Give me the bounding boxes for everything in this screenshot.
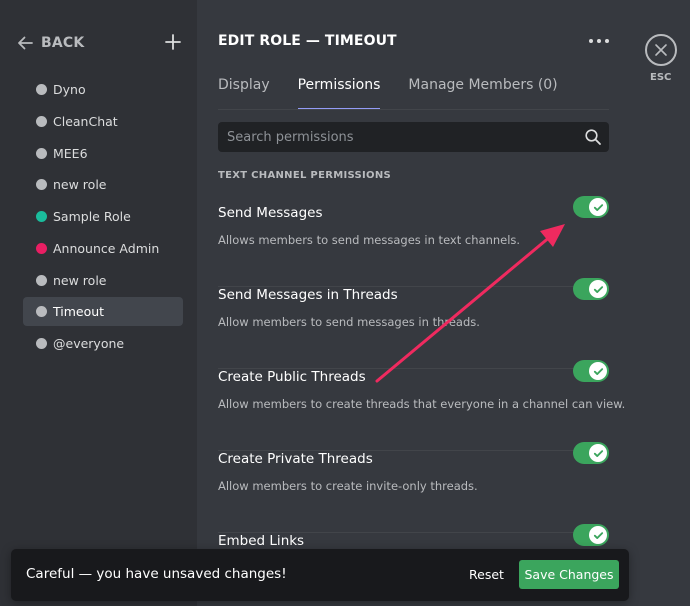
- permission-title: Send Messages: [218, 205, 323, 221]
- permission-description: Allow members to send messages in thread…: [218, 315, 480, 329]
- permission-description: Allow members to create invite-only thre…: [218, 479, 478, 493]
- permission-create-public-threads: Create Public Threads Allow members to c…: [218, 360, 625, 451]
- role-color-dot: [36, 306, 47, 318]
- page-title: EDIT ROLE — TIMEOUT: [218, 33, 397, 49]
- create-role-button[interactable]: [164, 33, 182, 51]
- role-name: Sample Role: [53, 209, 131, 224]
- permission-send-messages: Send Messages Allows members to send mes…: [218, 196, 609, 287]
- toggle-knob: [589, 198, 607, 216]
- ellipsis-icon: [597, 39, 601, 43]
- role-list: Dyno CleanChat MEE6 new role Sample Role…: [23, 75, 183, 361]
- role-name: MEE6: [53, 145, 88, 161]
- tab-bar: Display Permissions Manage Members (0): [218, 76, 586, 110]
- search-icon[interactable]: [584, 128, 602, 146]
- permission-title: Create Public Threads: [218, 369, 366, 385]
- check-icon: [593, 203, 603, 211]
- reset-button[interactable]: Reset: [455, 560, 518, 590]
- esc-label: ESC: [650, 72, 672, 83]
- back-label: BACK: [41, 35, 85, 51]
- role-name: Dyno: [53, 82, 86, 97]
- permission-title: Create Private Threads: [218, 451, 373, 467]
- roles-sidebar: BACK Dyno CleanChat MEE6 new role Sample…: [0, 0, 197, 606]
- role-item-sample-role[interactable]: Sample Role: [23, 202, 183, 231]
- permission-send-messages-in-threads: Send Messages in Threads Allow members t…: [218, 278, 609, 369]
- search-input[interactable]: [227, 129, 584, 145]
- role-color-dot: [36, 115, 47, 127]
- arrow-left-icon: [18, 36, 33, 50]
- role-item-timeout[interactable]: Timeout: [23, 297, 183, 327]
- check-icon: [593, 531, 603, 539]
- save-changes-button[interactable]: Save Changes: [519, 560, 619, 589]
- role-color-dot: [36, 274, 47, 286]
- role-item-announce-admin[interactable]: Announce Admin: [23, 234, 183, 263]
- role-name: @everyone: [53, 336, 125, 351]
- role-item-mee6[interactable]: MEE6: [23, 139, 183, 168]
- close-icon: [655, 44, 667, 56]
- permission-toggle[interactable]: [573, 442, 609, 464]
- close-button[interactable]: [645, 34, 677, 66]
- back-button[interactable]: BACK: [16, 34, 84, 52]
- role-color-dot: [36, 338, 47, 349]
- role-item-new-role-2[interactable]: new role: [23, 266, 183, 295]
- unsaved-changes-bar: Careful — you have unsaved changes! Rese…: [11, 549, 629, 601]
- section-header: TEXT CHANNEL PERMISSIONS: [218, 170, 392, 181]
- permission-toggle[interactable]: [573, 196, 609, 218]
- role-name: CleanChat: [53, 113, 118, 129]
- role-color-dot: [36, 147, 47, 159]
- toggle-knob: [589, 362, 607, 380]
- role-editor: EDIT ROLE — TIMEOUT Display Permissions …: [197, 0, 627, 606]
- permission-create-private-threads: Create Private Threads Allow members to …: [218, 442, 609, 533]
- tab-display[interactable]: Display: [218, 76, 270, 110]
- tab-manage-members[interactable]: Manage Members (0): [408, 76, 557, 110]
- permission-description: Allow members to create threads that eve…: [218, 397, 626, 411]
- more-options-button[interactable]: [589, 34, 609, 48]
- role-item-everyone[interactable]: @everyone: [23, 329, 183, 358]
- tab-permissions[interactable]: Permissions: [297, 76, 381, 110]
- check-icon: [593, 367, 603, 375]
- toggle-knob: [589, 444, 607, 462]
- role-color-dot: [36, 211, 47, 222]
- role-color-dot: [36, 179, 47, 191]
- role-color-dot: [36, 242, 47, 254]
- ellipsis-icon: [605, 39, 609, 43]
- permission-description: Allows members to send messages in text …: [218, 233, 521, 247]
- tab-divider: [218, 109, 609, 110]
- role-color-dot: [36, 84, 47, 95]
- plus-icon: [165, 34, 181, 50]
- toggle-knob: [589, 280, 607, 298]
- toggle-knob: [589, 526, 607, 544]
- sidebar-header: BACK: [16, 32, 184, 54]
- ellipsis-icon: [589, 39, 593, 43]
- permission-title: Embed Links: [218, 533, 305, 549]
- check-icon: [593, 449, 603, 457]
- role-item-dyno[interactable]: Dyno: [23, 75, 183, 104]
- role-name: new role: [53, 272, 107, 288]
- role-item-cleanchat[interactable]: CleanChat: [23, 107, 183, 136]
- check-icon: [593, 285, 603, 293]
- role-item-new-role[interactable]: new role: [23, 170, 183, 199]
- permission-toggle[interactable]: [573, 278, 609, 300]
- unsaved-changes-message: Careful — you have unsaved changes!: [26, 566, 287, 582]
- permission-toggle[interactable]: [573, 524, 609, 546]
- permission-toggle[interactable]: [573, 360, 609, 382]
- permission-title: Send Messages in Threads: [218, 287, 398, 303]
- role-name: new role: [53, 177, 107, 193]
- role-name: Announce Admin: [53, 240, 160, 256]
- search-bar: [218, 122, 609, 152]
- role-name: Timeout: [53, 304, 105, 320]
